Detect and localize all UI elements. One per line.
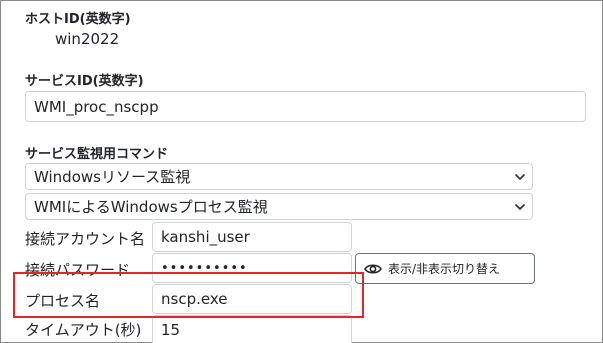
timeout-input[interactable]: 15: [152, 315, 352, 343]
highlight-box: [13, 272, 364, 318]
category-select[interactable]: Windowsリソース監視: [25, 163, 533, 190]
account-input[interactable]: kanshi_user: [152, 222, 352, 252]
password-visibility-toggle-button[interactable]: 表示/非表示切り替え: [355, 253, 535, 284]
eye-icon: [364, 263, 382, 274]
command-select[interactable]: WMIによるWindowsプロセス監視: [25, 193, 533, 220]
service-id-label: サービスID(英数字): [25, 74, 144, 89]
timeout-label: タイムアウト(秒): [25, 321, 142, 339]
chevron-down-icon: [515, 173, 525, 180]
command-select-value: WMIによるWindowsプロセス監視: [34, 198, 268, 216]
monitor-command-label: サービス監視用コマンド: [25, 147, 169, 162]
password-visibility-toggle-label: 表示/非表示切り替え: [388, 262, 501, 276]
account-label: 接続アカウント名: [25, 230, 146, 248]
category-select-value: Windowsリソース監視: [34, 168, 191, 186]
chevron-down-icon: [515, 203, 525, 210]
service-id-input[interactable]: WMI_proc_nscpp: [25, 91, 586, 122]
timeout-input-value: 15: [161, 320, 181, 339]
account-input-value: kanshi_user: [161, 228, 250, 246]
service-id-input-value: WMI_proc_nscpp: [34, 97, 159, 116]
host-id-value: win2022: [55, 30, 120, 48]
host-id-label: ホストID(英数字): [25, 12, 131, 27]
